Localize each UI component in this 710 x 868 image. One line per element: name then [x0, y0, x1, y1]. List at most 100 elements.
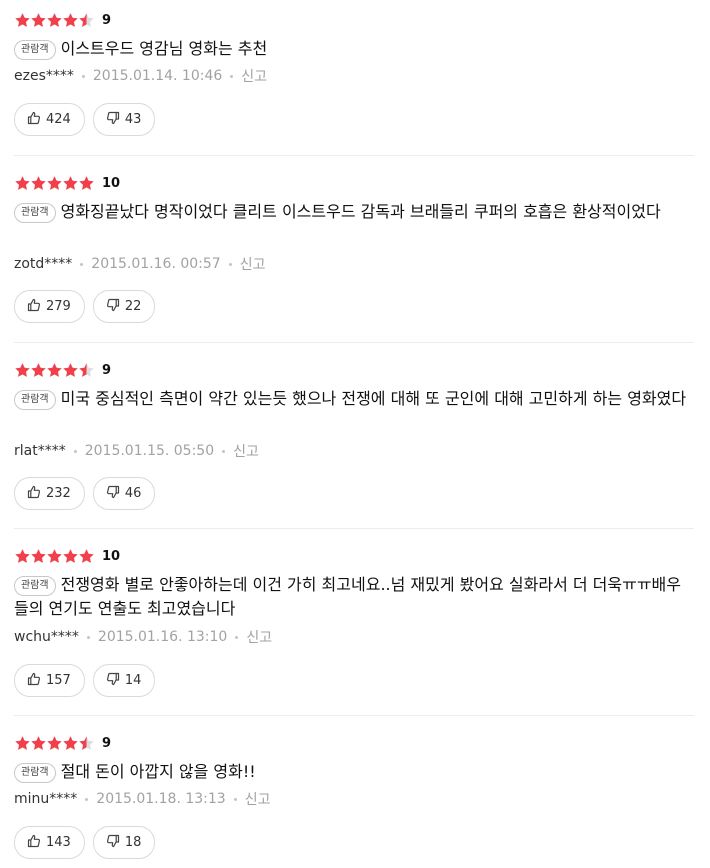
star-full-icon	[47, 548, 62, 563]
author-id[interactable]: wchu****	[14, 629, 79, 645]
vote-buttons: 424 43	[14, 103, 163, 136]
like-button[interactable]: 157	[14, 664, 85, 697]
review-body: 전쟁영화 별로 안좋아하는데 이건 가히 최고네요..넘 재밌게 봤어요 실화라…	[14, 575, 682, 618]
thumbs-down-icon	[106, 298, 125, 316]
dislike-button[interactable]: 18	[92, 826, 156, 859]
rating-score: 9	[102, 12, 112, 28]
separator-dot	[222, 449, 226, 453]
dislike-count: 14	[124, 673, 142, 688]
like-button[interactable]: 232	[14, 477, 85, 510]
separator-dot	[86, 635, 90, 639]
star-full-icon	[63, 735, 78, 750]
viewer-badge: 관람객	[14, 203, 56, 223]
rating-row: 10	[14, 545, 120, 567]
thumbs-up-icon	[27, 672, 46, 690]
review-text: 관람객 미국 중심적인 측면이 약간 있는듯 했으나 전쟁에 대해 또 군인에 대…	[14, 387, 689, 411]
rating-score: 9	[102, 735, 112, 751]
viewer-badge: 관람객	[14, 40, 56, 60]
thumbs-up-icon	[27, 111, 46, 129]
star-half-icon	[79, 735, 94, 750]
like-button[interactable]: 143	[14, 826, 85, 859]
review-body: 미국 중심적인 측면이 약간 있는듯 했으나 전쟁에 대해 또 군인에 대해 고…	[60, 389, 687, 408]
author-id[interactable]: minu****	[14, 791, 77, 807]
star-full-icon	[47, 175, 62, 190]
star-full-icon	[31, 12, 46, 27]
star-full-icon	[31, 175, 46, 190]
report-link[interactable]: 신고	[241, 66, 267, 86]
star-rating	[14, 735, 94, 752]
separator-dot	[85, 797, 89, 801]
review-text: 관람객 절대 돈이 아깝지 않을 영화!!	[14, 760, 689, 784]
vote-buttons: 232 46	[14, 477, 163, 510]
thumbs-down-icon	[106, 672, 125, 690]
review-text: 관람객 이스트우드 영감님 영화는 추천	[14, 37, 689, 61]
star-rating	[14, 175, 94, 192]
rating-row: 9	[14, 732, 111, 754]
rating-row: 9	[14, 359, 111, 381]
review-date: 2015.01.14. 10:46	[92, 68, 223, 84]
report-link[interactable]: 신고	[233, 441, 259, 461]
author-id[interactable]: ezes****	[14, 68, 74, 84]
star-half-icon	[79, 12, 94, 27]
review-meta: ezes**** 2015.01.14. 10:46 신고	[14, 66, 267, 86]
separator-dot	[233, 797, 237, 801]
author-id[interactable]: rlat****	[14, 443, 66, 459]
dislike-count: 46	[124, 486, 142, 501]
dislike-count: 22	[124, 299, 142, 314]
thumbs-up-icon	[27, 298, 46, 316]
review-body: 절대 돈이 아깝지 않을 영화!!	[60, 762, 256, 781]
review-body: 영화징끝났다 명작이었다 클리트 이스트우드 감독과 브래들리 쿠퍼의 호흡은 …	[60, 202, 661, 221]
dislike-count: 43	[124, 112, 142, 127]
rating-row: 9	[14, 9, 111, 31]
review-text: 관람객 영화징끝났다 명작이었다 클리트 이스트우드 감독과 브래들리 쿠퍼의 호…	[14, 200, 689, 224]
thumbs-down-icon	[106, 111, 125, 129]
viewer-badge: 관람객	[14, 576, 56, 596]
star-full-icon	[31, 548, 46, 563]
separator-dot	[73, 449, 77, 453]
separator-dot	[230, 74, 234, 78]
like-button[interactable]: 424	[14, 103, 85, 136]
report-link[interactable]: 신고	[245, 789, 271, 809]
like-count: 143	[46, 835, 71, 850]
star-full-icon	[63, 548, 78, 563]
rating-score: 10	[102, 548, 121, 564]
thumbs-up-icon	[27, 834, 46, 852]
dislike-button[interactable]: 43	[92, 103, 156, 136]
review-date: 2015.01.18. 13:13	[96, 791, 226, 807]
dislike-button[interactable]: 46	[92, 477, 156, 510]
star-full-icon	[79, 548, 94, 563]
like-button[interactable]: 279	[14, 290, 85, 323]
review-body: 이스트우드 영감님 영화는 추천	[60, 39, 268, 58]
review-meta: rlat**** 2015.01.15. 05:50 신고	[14, 441, 259, 461]
separator-dot	[80, 262, 84, 266]
review-meta: zotd**** 2015.01.16. 00:57 신고	[14, 254, 265, 274]
report-link[interactable]: 신고	[240, 254, 266, 274]
like-count: 279	[46, 299, 71, 314]
dislike-button[interactable]: 14	[92, 664, 156, 697]
dislike-count: 18	[124, 835, 142, 850]
separator-dot	[228, 262, 232, 266]
dislike-button[interactable]: 22	[92, 290, 156, 323]
separator-dot	[235, 635, 239, 639]
thumbs-down-icon	[106, 485, 125, 503]
author-id[interactable]: zotd****	[14, 256, 72, 272]
thumbs-up-icon	[27, 485, 46, 503]
review-date: 2015.01.15. 05:50	[84, 443, 215, 459]
star-full-icon	[63, 175, 78, 190]
rating-score: 9	[102, 362, 112, 378]
report-link[interactable]: 신고	[246, 627, 272, 647]
thumbs-down-icon	[106, 834, 125, 852]
review-meta: minu**** 2015.01.18. 13:13 신고	[14, 789, 270, 809]
separator-dot	[81, 74, 85, 78]
star-full-icon	[31, 362, 46, 377]
star-full-icon	[63, 12, 78, 27]
like-count: 424	[46, 112, 71, 127]
star-rating	[14, 548, 94, 565]
viewer-badge: 관람객	[14, 763, 56, 783]
star-rating	[14, 362, 94, 379]
rating-score: 10	[102, 175, 121, 191]
star-full-icon	[31, 735, 46, 750]
review-meta: wchu**** 2015.01.16. 13:10 신고	[14, 627, 272, 647]
review-date: 2015.01.16. 13:10	[97, 629, 228, 645]
star-full-icon	[15, 362, 30, 377]
